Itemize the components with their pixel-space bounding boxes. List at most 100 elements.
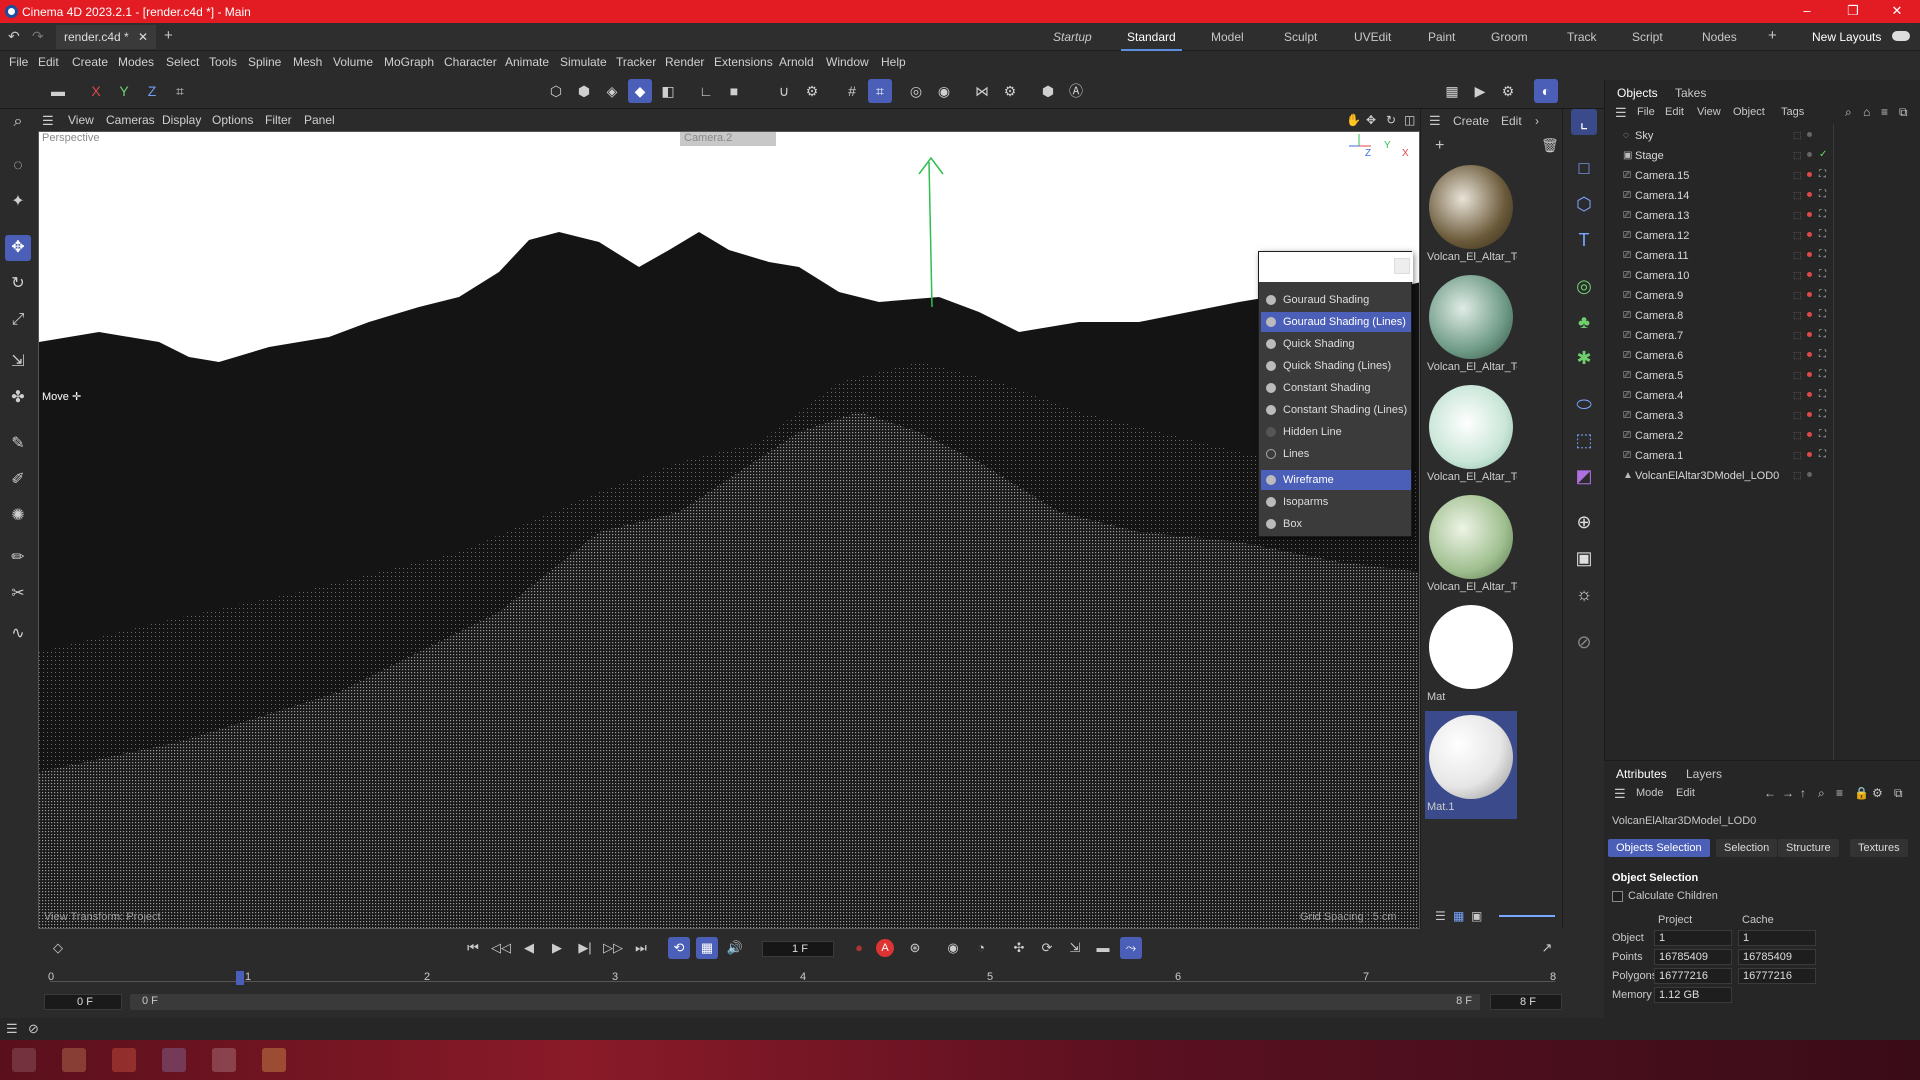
layout-script[interactable]: Script	[1632, 30, 1663, 44]
layout-sculpt[interactable]: Sculpt	[1284, 30, 1317, 44]
undo-icon[interactable]: ↶	[8, 28, 20, 45]
material-item[interactable]: Mat	[1425, 601, 1517, 709]
selection-filter-icon[interactable]: ⌞	[1571, 109, 1597, 135]
camera-tag-icon[interactable]: ⛶	[1819, 209, 1826, 220]
edit-icon[interactable]: ⬚	[1793, 390, 1802, 401]
shading-constant-lines[interactable]: Constant Shading (Lines)	[1261, 400, 1411, 420]
grid-icon[interactable]: #	[840, 79, 864, 103]
pan-icon[interactable]: ✋	[1346, 113, 1361, 127]
forward-icon[interactable]: →	[1782, 786, 1794, 800]
tweak-mode-icon[interactable]: ■	[722, 79, 746, 103]
object-row[interactable]: ⎚ Camera.9 ⬚ ⛶	[1605, 288, 1920, 306]
axis-mode-icon[interactable]: ∟	[694, 79, 718, 103]
active-camera-label[interactable]: Camera.2	[680, 132, 776, 146]
previous-key-icon[interactable]: ◁◁	[490, 937, 512, 959]
viewport-menu-display[interactable]: Display	[162, 113, 201, 127]
menu-arnold[interactable]: Arnold	[779, 55, 814, 69]
edit-icon[interactable]: ⬚	[1793, 130, 1802, 141]
maximize-view-icon[interactable]: ◫	[1404, 113, 1415, 127]
camera-tag-icon[interactable]: ⛶	[1819, 289, 1826, 300]
redo-icon[interactable]: ↷	[32, 28, 44, 45]
null-object-icon[interactable]: □	[1571, 155, 1597, 181]
key-pla-icon[interactable]: ▬	[1092, 937, 1114, 959]
next-key-icon[interactable]: ▷▷	[602, 937, 624, 959]
symmetry-icon[interactable]: ⋈	[970, 79, 994, 103]
visibility-dot[interactable]	[1807, 172, 1812, 177]
layout-paint[interactable]: Paint	[1428, 30, 1455, 44]
layout-nodes[interactable]: Nodes	[1702, 30, 1737, 44]
delete-material-icon[interactable]: 🗑	[1541, 137, 1559, 154]
object-row[interactable]: ▣ Stage ⬚ ✓	[1605, 148, 1920, 166]
snap-settings-icon[interactable]: ⚙	[800, 79, 824, 103]
object-row[interactable]: ⎚ Camera.12 ⬚ ⛶	[1605, 228, 1920, 246]
objects-menu-edit[interactable]: Edit	[1665, 106, 1684, 118]
shading-hidden-line[interactable]: Hidden Line	[1261, 422, 1411, 442]
visibility-dot[interactable]	[1807, 372, 1812, 377]
taskbar-app-icon[interactable]	[62, 1048, 86, 1072]
points-mode-icon[interactable]: ⬡	[544, 79, 568, 103]
visibility-dot[interactable]	[1807, 432, 1812, 437]
object-mode-icon[interactable]: ◆	[628, 79, 652, 103]
uv-mode-icon[interactable]: ◧	[656, 79, 680, 103]
edit-icon[interactable]: ⬚	[1793, 350, 1802, 361]
visibility-dot[interactable]	[1807, 412, 1812, 417]
edit-icon[interactable]: ⬚	[1793, 450, 1802, 461]
object-row[interactable]: ⎚ Camera.6 ⬚ ⛶	[1605, 348, 1920, 366]
visibility-dot[interactable]	[1807, 272, 1812, 277]
shading-menu-close-button[interactable]	[1394, 258, 1410, 274]
transfer-tool-icon[interactable]: ⇲	[5, 349, 31, 375]
symmetry-settings-icon[interactable]: ⚙	[998, 79, 1022, 103]
effector-icon[interactable]: ✱	[1571, 345, 1597, 371]
viewport-menu-view[interactable]: View	[68, 113, 94, 127]
multi-tool-icon[interactable]: ✤	[5, 385, 31, 411]
material-item-selected[interactable]: Mat.1	[1425, 711, 1517, 819]
object-row[interactable]: ⎚ Camera.3 ⬚ ⛶	[1605, 408, 1920, 426]
material-more-icon[interactable]: ›	[1535, 114, 1539, 128]
record-icon[interactable]: ●	[848, 937, 870, 959]
objects-new-window-icon[interactable]: ⧉	[1899, 105, 1908, 120]
interpolation-icon[interactable]: ⤳	[1120, 937, 1142, 959]
objects-home-icon[interactable]: ⌂	[1863, 105, 1870, 119]
object-row[interactable]: ⎚ Camera.14 ⬚ ⛶	[1605, 188, 1920, 206]
menu-file[interactable]: File	[9, 55, 28, 69]
end-frame-field[interactable]: 8 F	[1490, 994, 1562, 1010]
move-tool-icon[interactable]: ✥	[5, 235, 31, 261]
clapper-icon[interactable]: ▦	[1440, 79, 1464, 103]
camera-tag-icon[interactable]: ⛶	[1819, 369, 1826, 380]
add-material-icon[interactable]: +	[1435, 137, 1444, 155]
new-layouts-toggle[interactable]	[1892, 31, 1910, 41]
visibility-dot[interactable]	[1807, 192, 1812, 197]
layout-standard[interactable]: Standard	[1121, 30, 1182, 51]
check-icon[interactable]: ✓	[1819, 149, 1827, 160]
maximize-button[interactable]: ❐	[1830, 0, 1876, 23]
object-row[interactable]: ⎚ Camera.1 ⬚ ⛶	[1605, 448, 1920, 466]
coordinate-system-icon[interactable]: ⌗	[168, 79, 192, 103]
camera-tag-icon[interactable]: ⛶	[1819, 269, 1826, 280]
status-hamburger-icon[interactable]: ☰	[6, 1021, 18, 1037]
objects-hamburger-icon[interactable]: ☰	[1615, 105, 1627, 121]
search-icon[interactable]: ⌕	[5, 109, 31, 135]
menu-spline[interactable]: Spline	[248, 55, 281, 69]
attributes-menu-edit[interactable]: Edit	[1676, 787, 1695, 799]
viewport-render-icon[interactable]: ◐	[1534, 79, 1558, 103]
camera-tag-icon[interactable]: ⛶	[1819, 429, 1826, 440]
menu-character[interactable]: Character	[444, 55, 497, 69]
viewport-menu-filter[interactable]: Filter	[265, 113, 292, 127]
shading-quick[interactable]: Quick Shading	[1261, 334, 1411, 354]
objects-search-icon[interactable]: ⌕	[1845, 105, 1852, 120]
camera-tag-icon[interactable]: ⛶	[1819, 389, 1826, 400]
attributes-menu-mode[interactable]: Mode	[1636, 787, 1664, 799]
autokey-icon[interactable]: A	[876, 939, 894, 957]
add-layout-icon[interactable]: +	[1768, 27, 1777, 44]
tab-objects[interactable]: Objects	[1617, 86, 1658, 100]
render-region-icon[interactable]: ◎	[904, 79, 928, 103]
object-row[interactable]: ⎚ Camera.11 ⬚ ⛶	[1605, 248, 1920, 266]
taskbar-app-icon[interactable]	[162, 1048, 186, 1072]
motion-path-icon[interactable]: ✣	[1008, 937, 1030, 959]
material-menu-edit[interactable]: Edit	[1501, 114, 1522, 128]
object-row[interactable]: ⎚ Camera.15 ⬚ ⛶	[1605, 168, 1920, 186]
brush-icon[interactable]: ✏	[5, 545, 31, 571]
taskbar-app-icon[interactable]	[12, 1048, 36, 1072]
camera-tag-icon[interactable]: ⛶	[1819, 349, 1826, 360]
edit-icon[interactable]: ⬚	[1793, 190, 1802, 201]
